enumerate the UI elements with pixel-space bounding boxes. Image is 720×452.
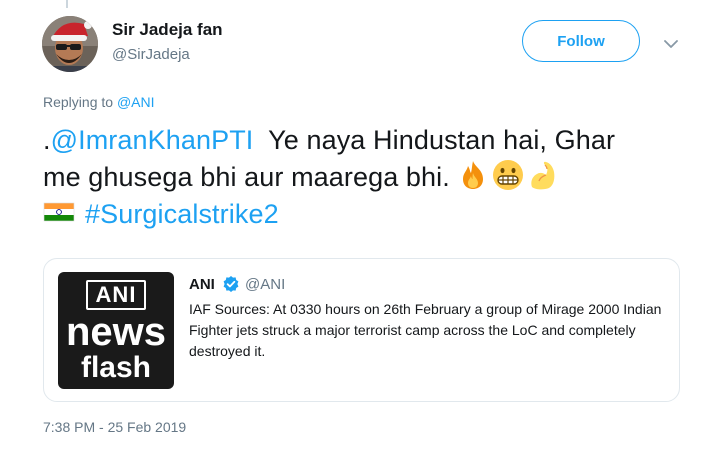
tweet-text: .@ImranKhanPTI Ye naya Hindustan hai, Gh… xyxy=(43,122,683,233)
hashtag-link[interactable]: #Surgicalstrike2 xyxy=(85,199,279,229)
chevron-down-icon xyxy=(664,39,678,48)
display-name[interactable]: Sir Jadeja fan xyxy=(112,20,223,40)
thumbnail-flash-text: flash xyxy=(80,351,152,384)
avatar[interactable] xyxy=(42,16,98,72)
quoted-tweet-handle: @ANI xyxy=(245,276,286,293)
flexed-biceps-emoji xyxy=(527,159,559,191)
grimacing-face-emoji xyxy=(492,159,524,191)
tweet-dot: . xyxy=(43,125,51,155)
india-flag-emoji xyxy=(43,196,75,228)
quoted-tweet-text: IAF Sources: At 0330 hours on 26th Febru… xyxy=(189,301,662,359)
quoted-tweet-name: ANI xyxy=(189,276,215,293)
tweet-timestamp[interactable]: 7:38 PM - 25 Feb 2019 xyxy=(43,419,186,435)
thread-connector xyxy=(66,0,68,8)
quoted-tweet-card[interactable]: ANI news flash ANI @ANI IAF Sources: At … xyxy=(43,258,680,402)
tweet-text-line1: Ye naya Hindustan hai, Ghar xyxy=(253,125,616,155)
quoted-tweet-thumbnail: ANI news flash xyxy=(58,272,174,389)
more-options-button[interactable] xyxy=(660,34,682,54)
thumbnail-news-text: news xyxy=(65,310,167,354)
follow-button[interactable]: Follow xyxy=(522,20,640,62)
replying-to: Replying to @ANI xyxy=(43,94,155,110)
user-handle[interactable]: @SirJadeja xyxy=(112,46,190,63)
verified-badge-icon xyxy=(223,276,239,292)
fire-emoji xyxy=(457,159,489,191)
thumbnail-ani-logo: ANI xyxy=(86,280,146,310)
tweet-detail: Sir Jadeja fan @SirJadeja Follow Replyin… xyxy=(0,0,720,452)
reply-mention-link[interactable]: @ANI xyxy=(117,94,155,110)
tweet-text-line2: me ghusega bhi aur maarega bhi. xyxy=(43,162,458,192)
mention-link[interactable]: @ImranKhanPTI xyxy=(51,125,254,155)
replying-to-label: Replying to xyxy=(43,94,117,110)
